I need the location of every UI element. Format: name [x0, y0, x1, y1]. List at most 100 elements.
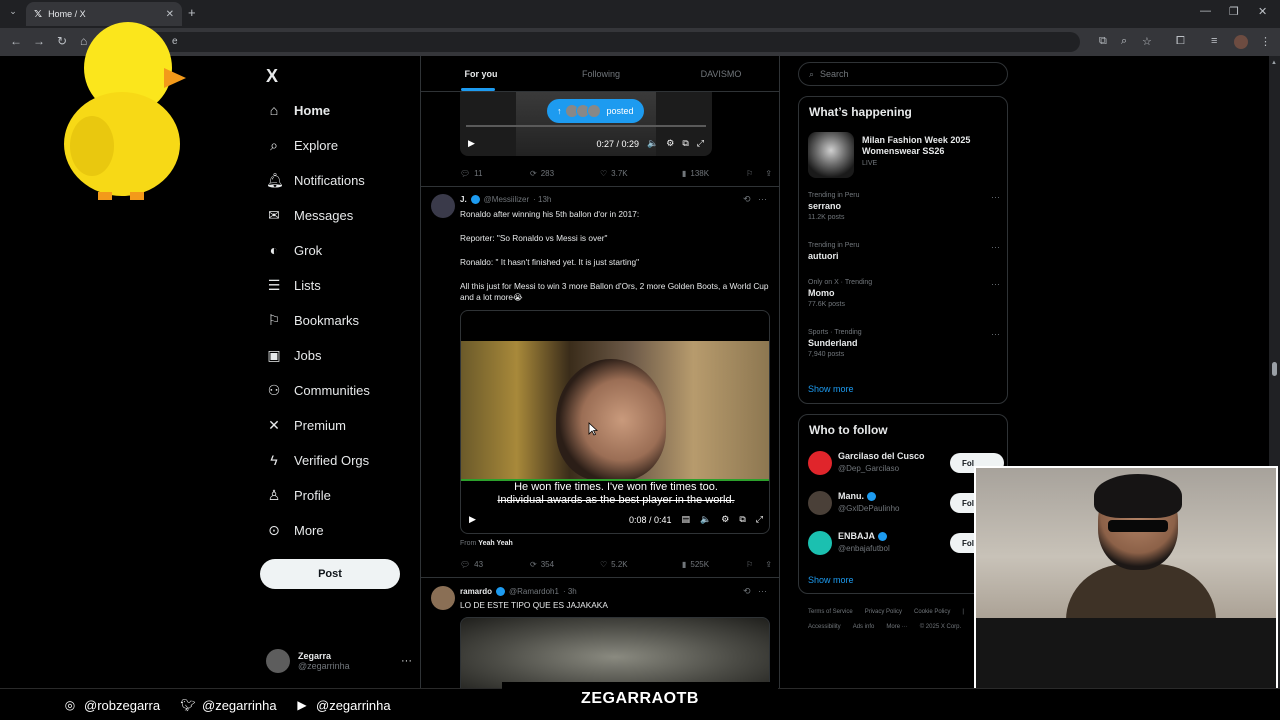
trend-item[interactable]: Trending in Peru autuori ···	[808, 242, 1000, 264]
browser-menu-icon[interactable]: ⋮	[1260, 35, 1271, 48]
nav-item-more[interactable]: ⊙ More	[266, 517, 324, 543]
forward-icon[interactable]: →	[33, 34, 45, 48]
reply-button[interactable]: 💬︎ 11	[460, 169, 530, 178]
repost-button[interactable]: ⟳ 354	[530, 560, 600, 569]
repost-button[interactable]: ⟳ 283	[530, 169, 600, 178]
star-icon[interactable]: ☆	[1142, 35, 1152, 48]
nav-item-explore[interactable]: ⌕ Explore	[266, 132, 338, 158]
new-posts-pill[interactable]: ↑ posted	[547, 99, 644, 123]
nav-item-home[interactable]: ⌂ Home	[266, 97, 330, 123]
footer-link[interactable]: Accessibility	[808, 624, 841, 630]
profile-avatar-icon[interactable]	[1234, 35, 1248, 49]
scroll-up-icon[interactable]: ▲	[1271, 60, 1277, 66]
footer-link[interactable]: Ads info	[853, 624, 875, 630]
trend-more-icon[interactable]: ···	[991, 192, 1000, 202]
address-bar[interactable]: e	[100, 32, 1080, 52]
nav-item-premium[interactable]: ✕ Premium	[266, 412, 346, 438]
trend-more-icon[interactable]: ···	[991, 329, 1000, 339]
bookmark-icon[interactable]: ⚐	[746, 560, 753, 569]
nav-item-grok[interactable]: ◐ Grok	[266, 237, 322, 263]
tweet-media[interactable]	[460, 617, 770, 688]
pip-icon[interactable]: ⧉	[682, 138, 688, 149]
follow-name-row[interactable]: ENBAJA	[838, 531, 888, 541]
post-button[interactable]: Post	[260, 559, 400, 589]
settings-icon[interactable]: ⚙	[721, 514, 729, 525]
nav-item-jobs[interactable]: ▣ Jobs	[266, 342, 321, 368]
top-video-progress[interactable]	[466, 125, 706, 127]
like-button[interactable]: ♡ 3.7K	[600, 169, 682, 178]
fullscreen-icon[interactable]: ⤢	[756, 514, 763, 525]
footer-link[interactable]: © 2025 X Corp.	[920, 624, 961, 630]
account-switcher[interactable]: Zegarra @zegarrinha ···	[266, 646, 412, 676]
nav-item-notifications[interactable]: 🔔︎ Notifications	[266, 167, 365, 193]
captions-icon[interactable]: ▤	[682, 514, 691, 525]
tab-for-you[interactable]: For you	[421, 56, 541, 91]
zoom-icon[interactable]: ⌕	[1121, 35, 1127, 48]
tweet-author-name[interactable]: ramardo	[460, 587, 492, 596]
trend-item[interactable]: Only on X · Trending Momo 77.6K posts ···	[808, 279, 1000, 308]
minimize-icon[interactable]: —	[1200, 5, 1211, 17]
tweet-author-handle[interactable]: @Ramardoh1	[509, 587, 559, 596]
follow-avatar[interactable]	[808, 491, 832, 515]
nav-item-messages[interactable]: ✉ Messages	[266, 202, 353, 228]
scroll-thumb[interactable]	[1272, 362, 1277, 376]
footer-link[interactable]: Privacy Policy	[865, 609, 902, 615]
bookmark-icon[interactable]: ⚐	[746, 169, 753, 178]
share-icon[interactable]: ⇪	[765, 169, 772, 178]
trend-more-icon[interactable]: ···	[991, 242, 1000, 252]
install-icon[interactable]: ⧉	[1099, 35, 1107, 48]
follow-show-more[interactable]: Show more	[808, 575, 854, 585]
nav-item-profile[interactable]: ♙ Profile	[266, 482, 331, 508]
featured-event-image[interactable]	[808, 132, 854, 178]
search-box[interactable]: ⌕ Search	[798, 62, 1008, 86]
trend-item[interactable]: Sports · Trending Sunderland 7,940 posts ··…	[808, 329, 1000, 358]
featured-event-title[interactable]: Milan Fashion Week 2025 Womenswear SS26	[862, 135, 1002, 157]
fullscreen-icon[interactable]: ⤢	[697, 138, 704, 149]
tweet-video-player[interactable]: He won five times. I've won five times t…	[460, 310, 770, 534]
follow-name-row[interactable]: Manu.	[838, 491, 876, 501]
tab-following[interactable]: Following	[541, 56, 661, 91]
tweet-avatar[interactable]	[431, 586, 455, 610]
nav-item-bookmarks[interactable]: ⚐ Bookmarks	[266, 307, 359, 333]
restore-icon[interactable]: ❐	[1229, 5, 1239, 18]
nav-item-communities[interactable]: ⚇ Communities	[266, 377, 370, 403]
tweet-time[interactable]: · 13h	[533, 195, 551, 204]
x-logo-icon[interactable]: X	[266, 66, 278, 87]
volume-icon[interactable]: 🔈	[647, 138, 658, 149]
nav-item-verified-orgs[interactable]: ϟ Verified Orgs	[266, 447, 369, 473]
trend-more-icon[interactable]: ···	[991, 279, 1000, 289]
tab-search-icon[interactable]: ⌄	[6, 6, 20, 20]
back-icon[interactable]: ←	[10, 34, 22, 48]
reply-button[interactable]: 💬︎ 43	[460, 560, 530, 569]
extensions-icon[interactable]: ⧠	[1176, 35, 1185, 48]
share-icon[interactable]: ⇪	[765, 560, 772, 569]
search-input[interactable]: Search	[820, 69, 849, 79]
like-button[interactable]: ♡ 5.2K	[600, 560, 682, 569]
tweet-more-icon[interactable]: ⟲ ···	[743, 194, 767, 205]
footer-link[interactable]: Terms of Service	[808, 609, 853, 615]
trend-item[interactable]: Trending in Peru serrano 11.2K posts ···	[808, 192, 1000, 221]
nav-item-lists[interactable]: ☰ Lists	[266, 272, 321, 298]
follow-avatar[interactable]	[808, 451, 832, 475]
close-window-icon[interactable]: ✕	[1258, 5, 1267, 18]
tweet-author-name[interactable]: J.	[460, 195, 467, 204]
account-more-icon[interactable]: ···	[401, 655, 412, 667]
pip-icon[interactable]: ⧉	[739, 514, 745, 525]
follow-avatar[interactable]	[808, 531, 832, 555]
tab-davismo[interactable]: DAVISMO	[661, 56, 779, 91]
play-icon[interactable]: ▶	[468, 138, 475, 149]
volume-icon[interactable]: 🔈	[700, 514, 711, 525]
tweet-avatar[interactable]	[431, 194, 455, 218]
footer-link[interactable]: |	[962, 609, 964, 615]
from-name[interactable]: Yeah Yeah	[478, 540, 513, 547]
footer-link[interactable]: More ···	[886, 624, 907, 630]
trends-show-more[interactable]: Show more	[808, 384, 854, 394]
views-button[interactable]: ▮ 138K	[682, 169, 742, 178]
footer-link[interactable]: Cookie Policy	[914, 609, 950, 615]
follow-name-row[interactable]: Garcilaso del Cusco	[838, 451, 925, 461]
settings-icon[interactable]: ⚙	[666, 138, 674, 149]
tweet-more-icon[interactable]: ⟲ ···	[743, 586, 767, 597]
reading-list-icon[interactable]: ≡	[1211, 35, 1217, 47]
tweet-time[interactable]: · 3h	[563, 587, 577, 596]
play-icon[interactable]: ▶	[469, 514, 476, 525]
